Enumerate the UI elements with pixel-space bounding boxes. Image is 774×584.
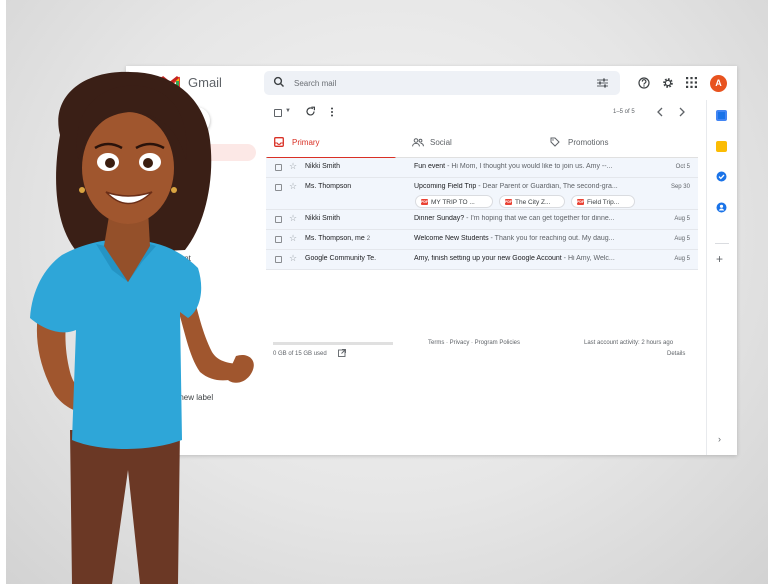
row-checkbox[interactable]: [275, 256, 282, 263]
attachment-chip[interactable]: PDF The City Z...: [499, 195, 565, 208]
star-icon[interactable]: ☆: [289, 181, 297, 192]
attachment-chip[interactable]: PDF Field Trip...: [571, 195, 635, 208]
email-message: Welcome New Students - Thank you for rea…: [414, 235, 615, 242]
frame-border-right: [768, 0, 774, 584]
tab-primary-label: Primary: [292, 138, 320, 147]
sidebar-item-label-c[interactable]: C: [160, 359, 166, 368]
email-row[interactable]: ☆ Nikki Smith Fun event - Hi Mom, I thou…: [266, 158, 698, 178]
contacts-icon[interactable]: [716, 202, 727, 213]
email-row[interactable]: ☆ Ms. Thompson Upcoming Field Trip - Dea…: [266, 178, 698, 210]
email-date: Sep 30: [670, 184, 690, 190]
select-all-checkbox[interactable]: [274, 109, 282, 117]
add-addon-icon[interactable]: +: [716, 252, 723, 266]
tab-promotions[interactable]: Promotions: [546, 130, 686, 158]
category-tabs: Primary Social Promotions: [266, 130, 698, 159]
gmail-logo-icon[interactable]: [160, 75, 180, 90]
attachment-name: The City Z...: [515, 198, 551, 206]
compose-label: ose: [190, 116, 203, 125]
email-sender: Ms. Thompson, me 2: [305, 235, 371, 242]
sidebar-item-label-t[interactable]: T: [160, 341, 165, 350]
expand-panel-icon[interactable]: ›: [718, 434, 721, 444]
more-options-icon[interactable]: [330, 107, 334, 117]
footer-policy-links[interactable]: Terms · Privacy · Program Policies: [428, 340, 520, 346]
tab-social-label: Social: [430, 138, 452, 147]
compose-button[interactable]: ose: [144, 107, 210, 134]
row-checkbox[interactable]: [275, 184, 282, 191]
email-date: Oct 5: [675, 164, 690, 170]
search-icon[interactable]: [273, 76, 285, 88]
side-panel-divider: [715, 243, 729, 244]
email-message: Fun event - Hi Mom, I thought you would …: [414, 163, 613, 170]
email-row[interactable]: ☆ Ms. Thompson, me 2 Welcome New Student…: [266, 230, 698, 250]
frame-border-left: [0, 0, 6, 584]
details-link[interactable]: Details: [667, 351, 685, 357]
email-sender: Nikki Smith: [305, 163, 341, 170]
email-message: Dinner Sunday? - I'm hoping that we can …: [414, 215, 615, 222]
email-row[interactable]: ☆ Google Community Te. Amy, finish setti…: [266, 250, 698, 270]
people-icon: [412, 138, 424, 147]
search-input[interactable]: [294, 76, 574, 90]
newer-chevron-left-icon[interactable]: [656, 107, 664, 117]
gmail-brand: Gmail: [188, 75, 222, 90]
star-icon[interactable]: ☆: [289, 161, 297, 172]
attachment-name: MY TRIP TO ...: [431, 198, 475, 206]
pdf-icon: PDF: [505, 199, 512, 205]
tab-promotions-label: Promotions: [568, 138, 609, 147]
star-icon[interactable]: ☆: [289, 233, 297, 244]
email-date: Aug 5: [674, 256, 690, 262]
create-new-label-link[interactable]: ate new label: [166, 393, 213, 402]
row-checkbox[interactable]: [275, 236, 282, 243]
hamburger-menu-icon[interactable]: [138, 78, 149, 87]
calendar-icon[interactable]: [716, 110, 727, 121]
storage-usage: 0 GB of 15 GB used: [273, 351, 327, 357]
select-dropdown-icon[interactable]: ▼: [285, 108, 291, 114]
row-checkbox[interactable]: [275, 164, 282, 171]
star-icon[interactable]: ☆: [289, 213, 297, 224]
email-date: Aug 5: [674, 216, 690, 222]
open-storage-icon[interactable]: [338, 349, 346, 357]
keep-icon[interactable]: [716, 141, 727, 152]
tab-social[interactable]: Social: [406, 130, 536, 158]
tab-primary[interactable]: Primary: [266, 130, 396, 159]
attachment-chip[interactable]: PDF MY TRIP TO ...: [415, 195, 493, 208]
pdf-icon: PDF: [421, 199, 428, 205]
email-date: Aug 5: [674, 236, 690, 242]
older-chevron-right-icon[interactable]: [678, 107, 686, 117]
email-sender: Google Community Te.: [305, 255, 377, 262]
search-options-icon[interactable]: [597, 78, 608, 88]
email-sender: Ms. Thompson: [305, 183, 352, 190]
pdf-icon: PDF: [577, 199, 584, 205]
attachment-name: Field Trip...: [587, 198, 620, 206]
email-row[interactable]: ☆ Nikki Smith Dinner Sunday? - I'm hopin…: [266, 210, 698, 230]
help-icon[interactable]: [638, 77, 650, 89]
search-bar[interactable]: [264, 71, 620, 95]
row-checkbox[interactable]: [275, 216, 282, 223]
refresh-icon[interactable]: [305, 106, 316, 117]
email-sender: Nikki Smith: [305, 215, 341, 222]
last-activity: Last account activity: 2 hours ago: [584, 340, 674, 346]
sidebar-item-inbox[interactable]: [166, 144, 256, 161]
storage-meter: [273, 342, 393, 345]
tag-icon: [550, 137, 560, 147]
pagination-range: 1–5 of 5: [613, 109, 635, 115]
email-message: Amy, finish setting up your new Google A…: [414, 255, 615, 262]
email-list: ☆ Nikki Smith Fun event - Hi Mom, I thou…: [266, 158, 698, 270]
tasks-icon[interactable]: [716, 171, 727, 182]
gmail-window: Gmail Search mail A ose portant T C ate …: [126, 66, 737, 455]
sidebar-item-important[interactable]: portant: [166, 254, 191, 263]
inbox-icon: [274, 137, 284, 147]
account-avatar[interactable]: A: [710, 75, 727, 92]
email-message: Upcoming Field Trip - Dear Parent or Gua…: [414, 183, 618, 190]
side-panel: + ›: [706, 100, 737, 455]
star-icon[interactable]: ☆: [289, 253, 297, 264]
top-bar: Gmail Search mail A: [126, 66, 737, 100]
settings-gear-icon[interactable]: [662, 77, 674, 89]
apps-grid-icon[interactable]: [686, 77, 697, 88]
